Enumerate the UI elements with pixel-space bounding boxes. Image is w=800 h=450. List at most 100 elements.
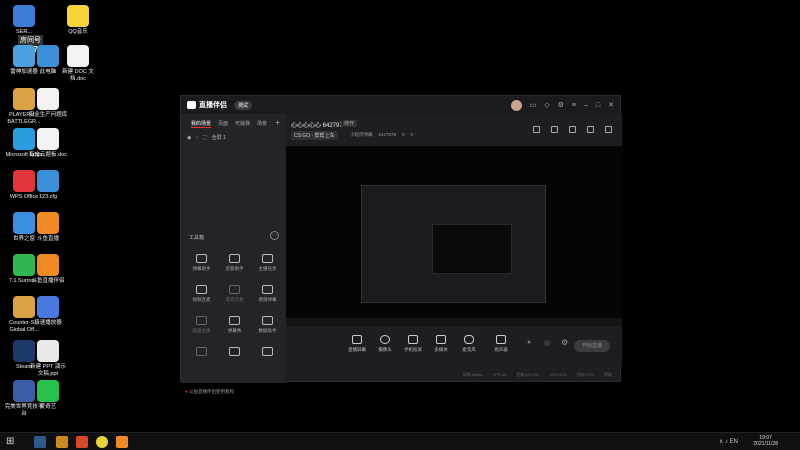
desktop-icon[interactable]: 斗鱼直播 [28,212,68,243]
desktop-app-icon [37,380,59,402]
desktop-icon-label: 新建 PPT 演示文稿.ppt [30,364,66,377]
toolbox-tool[interactable]: 超级主播 [185,316,218,334]
tutorial-link[interactable]: ● 斗鱼直播伴侣使用教程 [185,389,234,395]
phone-icon [408,335,418,344]
toolbox-tool[interactable]: 弹幕助手 [185,254,218,272]
gear-settings-icon[interactable]: ⚙ [561,338,568,347]
tab-pages[interactable]: 页面 [218,120,228,128]
tool-icon [196,316,207,325]
minimize-icon[interactable]: – [584,102,588,110]
gift-icon[interactable] [533,126,540,133]
tab-scene[interactable]: 场景 [257,120,267,128]
speaker-icon [496,335,506,344]
tshirt-icon[interactable]: ◇ [544,102,549,110]
clock[interactable]: 19:07 2021/11/28 [753,435,778,447]
preview-nested-window [361,185,546,303]
start-menu-icon[interactable]: ⊞ [6,436,18,448]
camera-button[interactable]: 摄像头 [371,335,399,353]
tool-icon [262,254,273,263]
desktop-app-icon [37,128,59,150]
speaker-label: 扬声器 [494,347,508,352]
app-name: 直播伴侣 [199,102,227,109]
taskbar-csgo-icon[interactable] [56,436,68,448]
desktop-icon-label: 斗鱼直播伴侣 [31,278,65,284]
gear-icon[interactable]: ⚙ [558,102,564,110]
share-icon[interactable] [569,126,576,133]
record-icon[interactable]: ● [527,339,531,346]
tool-icon [229,254,240,263]
app-brand: 直播伴侣 测试 [187,100,253,110]
message-icon[interactable]: ▭ [530,102,537,110]
desktop-icon[interactable]: 极速播放器 [28,296,68,327]
toolbox-tool[interactable] [218,347,251,359]
desktop-icon[interactable]: 爱奇艺 [28,380,68,411]
phone-cast-button[interactable]: 手机投屏 [399,335,427,353]
add-tab-button[interactable]: + [275,119,280,128]
bag-icon[interactable] [551,126,558,133]
tab-third[interactable]: 可操我 [235,120,250,128]
media-label: 多媒体 [434,347,448,352]
tool-icon [196,285,207,294]
toolbox-tool[interactable]: 视频连麦 [185,285,218,303]
taskbar-douyu-icon[interactable] [116,436,128,448]
eye-icon[interactable]: ◉ [187,135,191,141]
desktop-app-icon [37,254,59,276]
toolbox-tool[interactable] [185,347,218,359]
room-category[interactable]: CS:GO · 帮帮上车 [291,131,338,140]
desktop-icon[interactable]: 新建 PPT 演示文稿.ppt [28,340,68,377]
toolbox-tool[interactable]: 嘉宾连麦 [218,285,251,303]
media-button[interactable]: 多媒体 [427,335,455,353]
desktop-icon-label: 爱奇艺 [39,404,57,410]
close-icon[interactable]: ✕ [608,102,614,110]
status-memory: 内存:47% [576,371,594,377]
help-link[interactable]: 帮助 [604,372,612,378]
room-stat-4: 0 [410,132,414,137]
chat-icon[interactable] [605,126,612,133]
stream-preview[interactable] [286,146,622,326]
tab-my-scenes[interactable]: 我的场景 [191,120,212,128]
toolbox-tool[interactable] [251,347,284,359]
desktop-icon[interactable]: SER... [4,5,44,36]
desktop-app-icon [67,5,89,27]
toolbox-more-button[interactable]: ··· [270,231,279,240]
start-live-button[interactable]: 开始直播 [574,340,610,352]
status-bitrate: 码率:0kbps [463,371,483,377]
toolbox-tool[interactable]: 主播任务 [251,254,284,272]
desktop-icon[interactable]: 斗鱼直播伴侣 [28,254,68,285]
tool-icon [196,347,207,356]
screen-capture-button[interactable]: 直播屏幕 [343,335,371,353]
toolbox-tool[interactable]: 弹幕秀 [218,316,251,334]
lock-icon[interactable]: ▫ [196,135,198,141]
screen-icon: ⛶ [203,134,207,141]
status-fps: FPS:30 [492,372,507,377]
taskbar-steam-icon[interactable] [34,436,46,448]
toolbox-title: 工具箱 [189,235,205,241]
toolbox-tool[interactable]: 房管助手 [218,254,251,272]
menu-icon[interactable]: ≡ [572,102,576,110]
tool-label: 嘉宾连麦 [225,297,244,302]
system-tray[interactable]: ∧ ♪ EN [719,438,738,445]
taskbar-qqmusic-icon[interactable] [96,436,108,448]
desktop-icon[interactable]: 123.cfg [28,170,68,201]
toolbox-tool[interactable]: 数据助手 [251,316,284,334]
desktop-app-icon [37,88,59,110]
maximize-icon[interactable]: □ [596,102,600,110]
desktop-icon-label: 极速播放器 [34,320,62,326]
desktop-icon[interactable]: 安全生产问题库 [28,88,68,119]
taskbar-app-icon[interactable] [76,436,88,448]
toolbox-tool[interactable]: 感谢弹幕 [251,285,284,303]
desktop-app-icon [37,340,59,362]
tool-icon [229,285,240,294]
scene-item[interactable]: ◉ ▫ ⛶ 全屏 1 [181,128,286,142]
speaker-button[interactable]: 扬声器 [487,335,515,353]
desktop-icon[interactable]: 有文云题板.doc [28,128,68,159]
settings-small-icon[interactable]: ◎ [544,339,550,347]
desktop-icon-label: SER... [16,29,32,35]
bell-icon[interactable] [587,126,594,133]
desktop-icon[interactable]: 新建 DOC 文档.doc [58,45,98,82]
version-badge[interactable]: 测试 [234,100,253,110]
microphone-button[interactable]: 麦克风 [455,335,483,353]
room-status-tag: 待开 [341,120,358,127]
avatar[interactable] [510,100,522,111]
desktop-icon[interactable]: QQ音乐 [58,5,98,36]
